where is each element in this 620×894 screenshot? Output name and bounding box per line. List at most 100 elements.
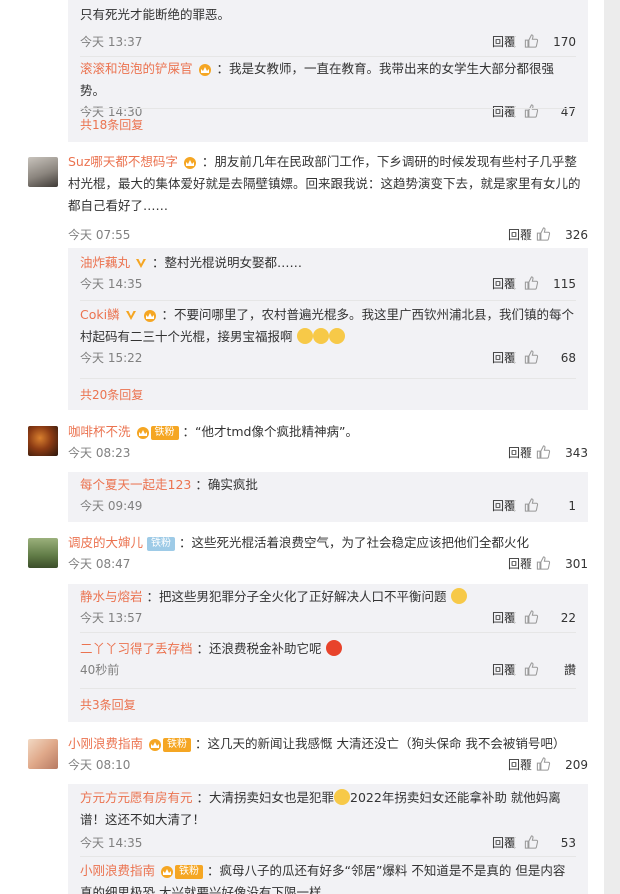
vip-crown-icon (183, 157, 196, 169)
thumbs-up-icon (524, 34, 539, 48)
reply-button[interactable]: 回覆 (492, 608, 516, 628)
thumbs-up-icon (524, 276, 539, 290)
divider (80, 856, 576, 857)
comment-list: 只有死光才能断绝的罪恶。 今天 13:37 回覆 170 滚滚和泡泡的铲屎官 ：… (0, 0, 620, 894)
reply-button[interactable]: 回覆 (508, 225, 532, 245)
like-count: 209 (565, 758, 588, 772)
comment-text: ：整村光棍说明女娶都…… (151, 255, 302, 270)
vip-crown-icon (198, 64, 211, 76)
sub-reply: 只有死光才能断绝的罪恶。 今天 13:37 回覆 170 (68, 0, 588, 52)
thumbs-up-icon (524, 662, 539, 676)
comment-meta: 40秒前 回覆 讚 (80, 660, 576, 680)
reply-button[interactable]: 回覆 (508, 443, 532, 463)
user-name-link[interactable]: 方元方元愿有房有元 (80, 790, 193, 805)
avatar[interactable] (28, 739, 58, 769)
user-name-link[interactable]: Coki鳞 (80, 307, 120, 322)
sub-reply: 静水与熔岩 ：把这些男犯罪分子全火化了正好解决人口不平衡问题 今天 13:57 … (68, 584, 588, 628)
user-name-link[interactable]: 静水与熔岩 (80, 589, 143, 604)
user-name-link[interactable]: 小刚浪费指南 (80, 863, 155, 878)
thumbs-up-icon (524, 498, 539, 512)
divider (80, 56, 576, 57)
reply-button[interactable]: 回覆 (508, 554, 532, 574)
user-name-link[interactable]: 调皮的大婶儿 (68, 535, 143, 550)
like-count: 1 (568, 499, 576, 513)
divider (80, 300, 576, 301)
user-name-link[interactable]: 油炸藕丸 (80, 255, 130, 270)
scrollbar-track[interactable] (604, 0, 620, 894)
reply-button[interactable]: 回覆 (492, 32, 516, 52)
comment: Suz哪天都不想码字 ：朋友前几年在民政部门工作，下乡调研的时候发现有些村子几乎… (68, 151, 588, 245)
user-name-link[interactable]: 咖啡杯不洗 (68, 424, 131, 439)
comment-line: 油炸藕丸 ：整村光棍说明女娶都…… (80, 252, 576, 274)
avatar[interactable] (28, 538, 58, 568)
comment-meta: 今天 08:10 回覆 209 (68, 755, 588, 775)
like-count: 讚 (563, 663, 576, 677)
divider (514, 500, 515, 512)
sub-reply: 油炸藕丸 ：整村光棍说明女娶都…… 今天 14:35 回覆 115 (68, 248, 588, 294)
divider (80, 378, 576, 379)
reply-button[interactable]: 回覆 (508, 755, 532, 775)
verified-v-icon (125, 311, 136, 320)
sub-reply-box: 只有死光才能断绝的罪恶。 今天 13:37 回覆 170 滚滚和泡泡的铲屎官 ：… (68, 0, 588, 142)
sub-reply-box: 每个夏天一起走123 ：确实疯批 今天 09:49 回覆 1 (68, 472, 588, 522)
comment: 咖啡杯不洗 铁粉 ：“他才tmd像个疯批精神病”。 今天 08:23 回覆 34… (68, 421, 588, 463)
avatar[interactable] (28, 426, 58, 456)
user-name-link[interactable]: 滚滚和泡泡的铲屎官 (80, 61, 193, 76)
like-count: 170 (553, 35, 576, 49)
user-name-link[interactable]: Suz哪天都不想码字 (68, 154, 178, 169)
verified-v-icon (136, 259, 146, 268)
like-count: 22 (560, 611, 576, 625)
comment-line: Coki鳞 ：不要问哪里了，农村普遍光棍多。我这里广西钦州浦北县，我们镇的每个村… (80, 304, 576, 348)
like-count: 326 (565, 228, 588, 242)
more-replies-link[interactable]: 共20条回复 (80, 386, 143, 403)
reply-button[interactable]: 回覆 (492, 833, 516, 853)
vip-crown-icon (143, 310, 156, 322)
comment-text: ：大清拐卖妇女也是犯罪 (196, 790, 335, 805)
fan-badge: 铁粉 (150, 426, 179, 440)
comment-text: ：确实疯批 (195, 477, 258, 492)
emoji-icon (312, 328, 329, 344)
thumbs-up-icon (536, 227, 551, 241)
like-count: 343 (565, 446, 588, 460)
comment-line: 小刚浪费指南 铁粉 ：疯母八子的瓜还有好多“邻居”爆料 不知道是不是真的 但是内… (80, 860, 576, 894)
sub-reply-box: 油炸藕丸 ：整村光棍说明女娶都…… 今天 14:35 回覆 115 Coki鳞 (68, 248, 588, 410)
reply-button[interactable]: 回覆 (492, 348, 516, 368)
comment-body: 咖啡杯不洗 铁粉 ：“他才tmd像个疯批精神病”。 (68, 421, 588, 443)
comment-body: 调皮的大婶儿 铁粉 ：这些死光棍活着浪费空气，为了社会稳定应该把他们全都火化 (68, 532, 588, 554)
thumbs-up-icon (524, 835, 539, 849)
user-name-link[interactable]: 二丫丫习得了丢存档 (80, 641, 193, 656)
comment-meta: 今天 14:35 回覆 115 (80, 274, 576, 294)
comment-line: 每个夏天一起走123 ：确实疯批 (80, 474, 576, 496)
avatar[interactable] (28, 157, 58, 187)
comment-line: 滚滚和泡泡的铲屎官 ：我是女教师，一直在教育。我带出来的女学生大部分都很强势。 (80, 58, 576, 102)
divider (514, 36, 515, 48)
reply-button[interactable]: 回覆 (492, 274, 516, 294)
sub-reply-box: 静水与熔岩 ：把这些男犯罪分子全火化了正好解决人口不平衡问题 今天 13:57 … (68, 584, 588, 722)
comment-text: ：这几天的新闻让我感慨 大清还没亡（狗头保命 我不会被销号吧） (194, 736, 566, 751)
reply-button[interactable]: 回覆 (492, 660, 516, 680)
vip-crown-icon (136, 427, 149, 439)
thumbs-up-icon (536, 445, 551, 459)
emoji-icon (450, 588, 467, 604)
reply-button[interactable]: 回覆 (492, 496, 516, 516)
comment-meta: 今天 14:30 回覆 47 (80, 102, 576, 122)
comment-time: 今天 08:23 (68, 446, 131, 460)
comment-meta: 今天 15:22 回覆 68 (80, 348, 576, 368)
sub-reply: Coki鳞 ：不要问哪里了，农村普遍光棍多。我这里广西钦州浦北县，我们镇的每个村… (68, 304, 588, 368)
more-replies-link[interactable]: 共18条回复 (80, 116, 143, 133)
comment-time: 今天 13:57 (80, 611, 143, 625)
reply-button[interactable]: 回覆 (492, 102, 516, 122)
user-name-link[interactable]: 每个夏天一起走123 (80, 477, 191, 492)
comment-body: 小刚浪费指南 铁粉 ：这几天的新闻让我感慨 大清还没亡（狗头保命 我不会被销号吧… (68, 733, 588, 755)
comment-text: ：这些死光棍活着浪费空气，为了社会稳定应该把他们全都火化 (178, 535, 529, 550)
sub-reply: 方元方元愿有房有元 ：大清拐卖妇女也是犯罪 2022年拐卖妇女还能拿补助 就他妈离… (68, 784, 588, 853)
comment-body: Suz哪天都不想码字 ：朋友前几年在民政部门工作，下乡调研的时候发现有些村子几乎… (68, 151, 588, 217)
thumbs-up-icon (524, 350, 539, 364)
thumbs-up-icon (524, 610, 539, 624)
sub-reply: 每个夏天一起走123 ：确实疯批 今天 09:49 回覆 1 (68, 472, 588, 516)
comment-time: 今天 14:35 (80, 277, 143, 291)
user-name-link[interactable]: 小刚浪费指南 (68, 736, 143, 751)
more-replies-link[interactable]: 共3条回复 (80, 696, 136, 713)
thumbs-up-icon (524, 104, 539, 118)
comment-line: 方元方元愿有房有元 ：大清拐卖妇女也是犯罪 2022年拐卖妇女还能拿补助 就他妈离… (80, 787, 576, 831)
